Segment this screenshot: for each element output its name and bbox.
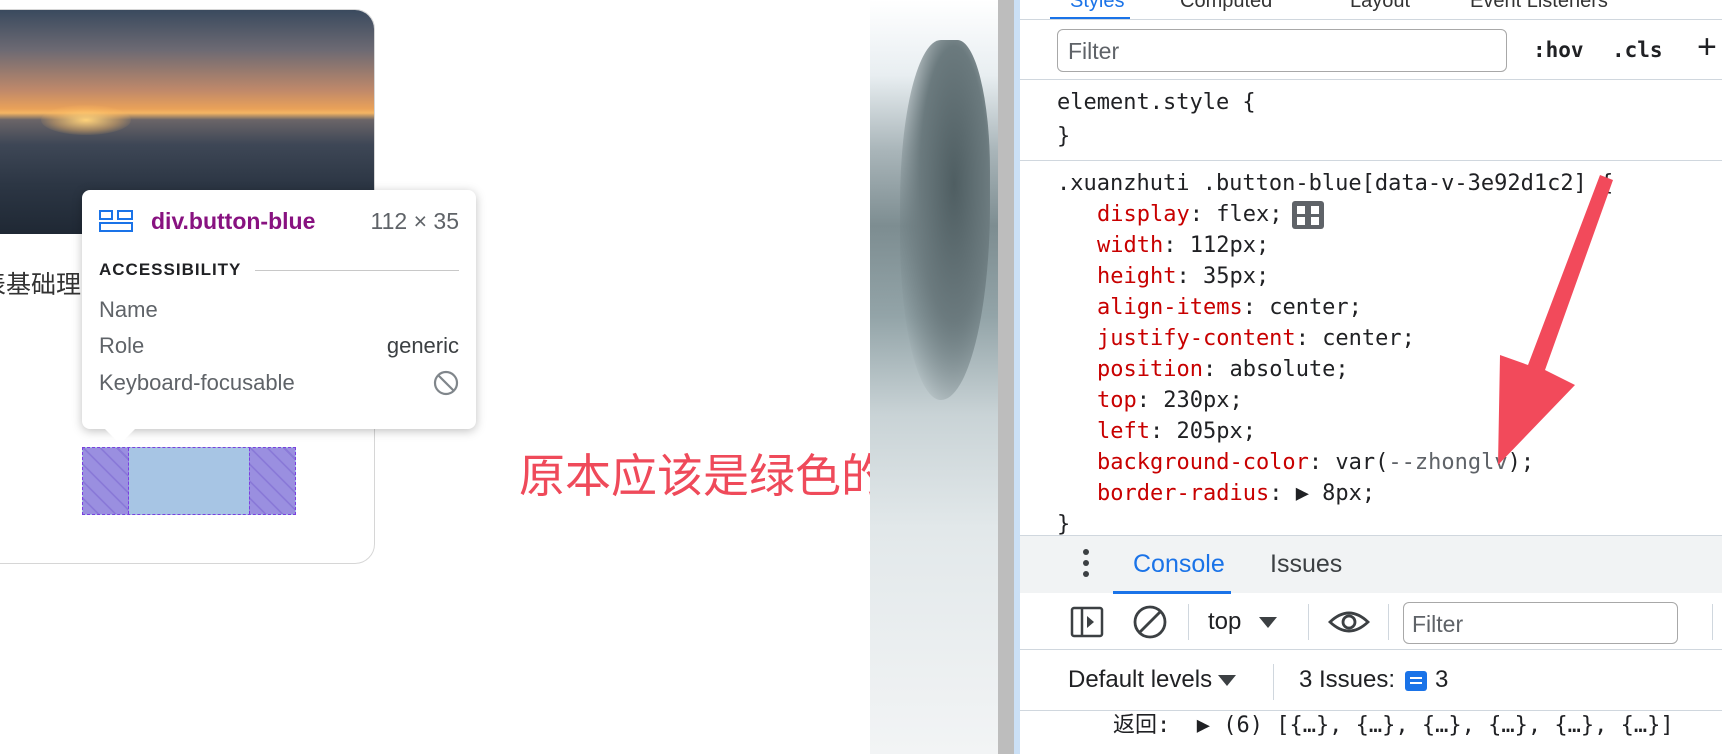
inspect-tooltip: div.button-blue 112 × 35 ACCESSIBILITY N…: [82, 190, 476, 429]
property-name: align-items: [1097, 295, 1243, 320]
page-scrollbar[interactable]: [998, 0, 1014, 754]
padding-right-overlay: [249, 448, 295, 514]
css-property-background-color[interactable]: background-color: var(--zhonglv);: [1057, 447, 1722, 478]
rule-separator: [1020, 160, 1722, 161]
not-focusable-icon: [433, 370, 459, 396]
issue-message-icon: [1405, 670, 1428, 691]
drawer-tab-bar: Console Issues: [1020, 535, 1722, 594]
toolbar-separator: [1188, 604, 1189, 640]
property-name: width: [1097, 233, 1164, 258]
tooltip-arrow: [104, 428, 136, 444]
sun-glow: [41, 105, 131, 135]
sidebar-toggle-icon[interactable]: [1070, 606, 1104, 638]
console-levels-bar: Default levels 3 Issues: 3: [1020, 650, 1722, 710]
property-value: absolute;: [1229, 357, 1349, 382]
property-value: ▶ 8px;: [1295, 481, 1376, 506]
css-property-border-radius[interactable]: border-radius: ▶ 8px;: [1057, 478, 1722, 509]
console-log-line[interactable]: 返回: ▶ (6) [{…}, {…}, {…}, {…}, {…}, {…}]: [1020, 710, 1722, 754]
styles-filter-input[interactable]: Filter: [1057, 29, 1507, 72]
property-name: position: [1097, 357, 1203, 382]
context-label: top: [1208, 608, 1242, 635]
css-property-justify-content[interactable]: justify-content: center;: [1057, 323, 1722, 354]
toolbar-separator: [1388, 604, 1389, 640]
element-style-selector: element.style {: [1057, 90, 1256, 115]
property-name: display: [1097, 202, 1190, 227]
property-name: height: [1097, 264, 1177, 289]
styles-filter-row: Filter :hov .cls +: [1020, 22, 1722, 80]
tab-layout[interactable]: Layout: [1350, 0, 1410, 13]
flex-container-icon: [99, 210, 133, 232]
css-property-left[interactable]: left: 205px;: [1057, 416, 1722, 447]
context-selector[interactable]: top: [1208, 608, 1278, 636]
accessibility-section-title: ACCESSIBILITY: [99, 260, 459, 280]
red-arrow-annotation: [1498, 175, 1613, 465]
css-property-align-items[interactable]: align-items: center;: [1057, 292, 1722, 323]
hov-toggle-button[interactable]: :hov: [1533, 38, 1584, 62]
row-label: Keyboard-focusable: [99, 370, 295, 395]
property-value: 205px;: [1176, 419, 1256, 444]
section-divider: [255, 269, 459, 271]
styles-tabs: Styles Computed Layout Event Listeners: [1020, 0, 1722, 20]
row-label: Role: [99, 333, 145, 358]
active-tab-underline: [1050, 17, 1130, 19]
chevron-down-icon: [1218, 675, 1237, 687]
tab-event-listeners[interactable]: Event Listeners: [1470, 0, 1608, 13]
live-expression-eye-icon[interactable]: [1328, 608, 1370, 636]
css-property-height[interactable]: height: 35px;: [1057, 261, 1722, 292]
toolbar-separator: [1712, 604, 1713, 640]
property-value: center;: [1322, 326, 1415, 351]
console-filter-input[interactable]: Filter: [1403, 602, 1678, 644]
tab-issues[interactable]: Issues: [1270, 550, 1342, 579]
card-text: 表基础理: [0, 270, 82, 299]
levels-label: Default levels: [1068, 666, 1213, 693]
css-property-display[interactable]: display: flex;: [1057, 199, 1722, 230]
property-name: justify-content: [1097, 326, 1296, 351]
property-name: background-color: [1097, 450, 1309, 475]
inspected-button-overlay[interactable]: [82, 447, 296, 515]
issues-count: 3: [1435, 666, 1449, 693]
toolbar-separator: [1308, 604, 1309, 640]
console-toolbar: top Filter: [1020, 594, 1722, 650]
cls-toggle-button[interactable]: .cls: [1612, 38, 1663, 62]
rule-close: }: [1057, 512, 1071, 537]
tooltip-row-name: Name: [99, 297, 459, 323]
flexbox-editor-icon[interactable]: [1292, 201, 1325, 229]
chevron-down-icon: [1259, 617, 1278, 629]
clear-console-icon[interactable]: [1132, 604, 1168, 640]
property-value-prefix: var(: [1335, 450, 1389, 475]
property-value: center;: [1269, 295, 1362, 320]
css-property-width[interactable]: width: 112px;: [1057, 230, 1722, 261]
css-property-top[interactable]: top: 230px;: [1057, 385, 1722, 416]
css-property-position[interactable]: position: absolute;: [1057, 354, 1722, 385]
issues-label: 3 Issues:: [1299, 666, 1396, 693]
console-log-text: 返回: ▶ (6) [{…}, {…}, {…}, {…}, {…}, {…}]: [1113, 713, 1674, 738]
issues-counter[interactable]: 3 Issues: 3: [1299, 666, 1448, 694]
tooltip-element-size: 112 × 35: [370, 207, 459, 234]
element-style-rule[interactable]: element.style { }: [1057, 86, 1722, 154]
tab-styles[interactable]: Styles: [1070, 0, 1124, 13]
new-style-rule-button[interactable]: +: [1697, 30, 1717, 64]
property-value: 230px;: [1163, 388, 1243, 413]
log-levels-dropdown[interactable]: Default levels: [1068, 666, 1237, 694]
section-title-text: ACCESSIBILITY: [99, 260, 242, 279]
tab-console[interactable]: Console: [1133, 550, 1225, 579]
tooltip-element-name: div.button-blue: [151, 207, 316, 234]
element-style-close: }: [1057, 124, 1071, 149]
tooltip-row-role: Role generic: [99, 333, 459, 359]
property-value: 112px;: [1189, 233, 1270, 258]
tab-computed[interactable]: Computed: [1180, 0, 1272, 13]
property-name: left: [1097, 419, 1150, 444]
property-name: border-radius: [1097, 481, 1270, 506]
padding-left-overlay: [83, 448, 129, 514]
property-name: top: [1097, 388, 1137, 413]
tooltip-header: div.button-blue 112 × 35: [99, 204, 459, 238]
property-value: 35px;: [1202, 264, 1270, 289]
toolbar-separator: [1273, 664, 1274, 700]
more-tools-icon[interactable]: [1083, 549, 1089, 582]
property-value: flex;: [1216, 202, 1283, 227]
button-blue-rule[interactable]: .xuanzhuti .button-blue[data-v-3e92d1c2]…: [1057, 168, 1722, 540]
row-value: generic: [386, 333, 459, 358]
tooltip-row-keyboard-focusable: Keyboard-focusable: [99, 370, 459, 396]
row-label: Name: [99, 297, 158, 322]
